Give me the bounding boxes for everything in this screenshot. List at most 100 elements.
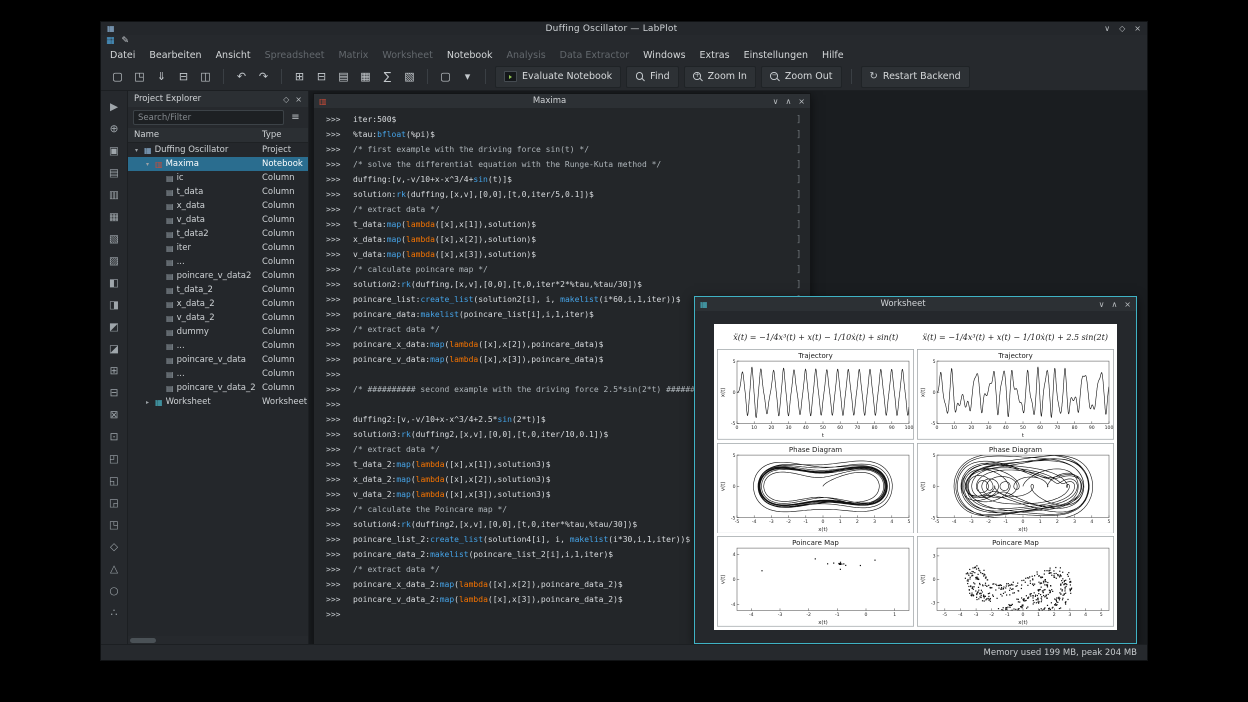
project-window-icon[interactable]: ▦: [106, 35, 115, 48]
edit-pencil-icon[interactable]: ✎: [122, 35, 130, 48]
code-text[interactable]: v_data:map(lambda([x],x[3]),solution)$: [346, 250, 796, 259]
plot-phase2[interactable]: Phase Diagram -5 -4 -3 -2 -1 0 1 2 3 4 5 -5 0 5 x(t) v(t…: [917, 442, 1114, 534]
project-explorer-header[interactable]: Project Explorer ◇ ×: [128, 91, 308, 107]
code-text[interactable]: /* solve the differential equation with …: [346, 160, 796, 169]
add-curve-icon[interactable]: ◧: [106, 274, 123, 291]
plot-trajectory1[interactable]: Trajectory 0 10 20 30 40 50 60 70 80 90 100 -5 0 5 t x(t…: [717, 349, 914, 440]
print-button[interactable]: ⊟: [173, 66, 194, 87]
code-text[interactable]: x_data:map(lambda([x],x[2]),solution)$: [346, 235, 796, 244]
insert-command-entry-button[interactable]: ⊞: [289, 66, 310, 87]
float-dock-icon[interactable]: ◇: [283, 95, 289, 104]
code-text[interactable]: iter:500$: [346, 115, 796, 124]
undo-button[interactable]: ↶: [231, 66, 252, 87]
entry-dropdown-button[interactable]: ▾: [457, 66, 478, 87]
tree-item-v-data[interactable]: ▤ v_data Column: [128, 213, 308, 227]
tree-item-maxima[interactable]: ▾ ▥ Maxima Notebook: [128, 157, 308, 171]
worksheet-close-button[interactable]: ×: [1124, 300, 1131, 309]
notebook-line[interactable]: >>> duffing:[v,-v/10+x-x^3/4+sin(t)]$]: [314, 172, 810, 187]
menu-bearbeiten[interactable]: Bearbeiten: [142, 50, 208, 61]
more-tools-icon[interactable]: ∴: [106, 604, 123, 621]
restart-backend-button[interactable]: ↻ Restart Backend: [860, 65, 970, 88]
worksheet-restore-button[interactable]: ∧: [1111, 300, 1117, 309]
code-text[interactable]: solution2:rk(duffing,[x,v],[0,0],[t,0,it…: [346, 280, 796, 289]
plot-poincare1[interactable]: Poincare Map -4 -3 -2 -1 0 1 -4 0 4 x(t) v(t): [717, 536, 914, 627]
tree-item-t-data[interactable]: ▤ t_data Column: [128, 185, 308, 199]
menu-ansicht[interactable]: Ansicht: [209, 50, 258, 61]
evaluate-notebook-button[interactable]: Evaluate Notebook: [495, 65, 622, 88]
notebook-line[interactable]: >>> /* extract data */]: [314, 202, 810, 217]
column-header-type[interactable]: Type: [262, 130, 308, 140]
code-text[interactable]: /* calculate poincare map */: [346, 265, 796, 274]
scrollbar-handle[interactable]: [130, 637, 156, 643]
equation-label-1[interactable]: ẍ(t) = −1/4x³(t) + x(t) − 1/10ẋ(t) + sin…: [716, 326, 916, 348]
code-text[interactable]: %tau:bfloat(%pi)$: [346, 130, 796, 139]
equation-label-2[interactable]: ẍ(t) = −1/4x³(t) + x(t) − 1/10ẋ(t) + 2.5…: [916, 326, 1116, 348]
add-text-label-icon[interactable]: ▤: [106, 164, 123, 181]
menu-datei[interactable]: Datei: [103, 50, 142, 61]
maxima-restore-button[interactable]: ∧: [785, 97, 791, 106]
tree-item-iter[interactable]: ▤ iter Column: [128, 241, 308, 255]
tree-column-headers[interactable]: Name Type: [128, 128, 308, 143]
titlebar[interactable]: ▦ Duffing Oscillator — LabPlot ∨ ◇ ×: [101, 22, 1147, 35]
add-barplot-icon[interactable]: ▨: [106, 252, 123, 269]
notebook-line[interactable]: >>> t_data:map(lambda([x],x[1]),solution)…: [314, 217, 810, 232]
tree-item-dummy[interactable]: ▤ dummy Column: [128, 325, 308, 339]
worksheet-shade-button[interactable]: ∨: [1099, 300, 1105, 309]
notebook-line[interactable]: >>> solution:rk(duffing,[x,v],[0,0],[t,0,…: [314, 187, 810, 202]
add-image-icon[interactable]: ▥: [106, 186, 123, 203]
close-dock-icon[interactable]: ×: [295, 95, 302, 104]
notebook-line[interactable]: >>> solution2:rk(duffing,[x,v],[0,0],[t,0…: [314, 277, 810, 292]
menu-hilfe[interactable]: Hilfe: [815, 50, 851, 61]
menu-windows[interactable]: Windows: [636, 50, 692, 61]
tree-item-x-data-2[interactable]: ▤ x_data_2 Column: [128, 297, 308, 311]
insert-latex-entry-button[interactable]: ∑: [377, 66, 398, 87]
tree-item-poincare-v-data[interactable]: ▤ poincare_v_data Column: [128, 353, 308, 367]
add-smoothing-icon[interactable]: ⊠: [106, 406, 123, 423]
add-legend-icon[interactable]: ◇: [106, 538, 123, 555]
tree-item-poincare-v-data2[interactable]: ▤ poincare_v_data2 Column: [128, 269, 308, 283]
maxima-shade-button[interactable]: ∨: [773, 97, 779, 106]
expander-icon[interactable]: ▾: [143, 161, 152, 168]
notebook-line[interactable]: >>> x_data:map(lambda([x],x[2]),solution)…: [314, 232, 810, 247]
new-entry-menu-button[interactable]: ▢: [435, 66, 456, 87]
add-interpolation-icon[interactable]: ⊟: [106, 384, 123, 401]
add-histogram-icon[interactable]: ▦: [106, 208, 123, 225]
add-fourier-filter-icon[interactable]: ◰: [106, 450, 123, 467]
navigate-tool-icon[interactable]: ▶: [106, 98, 123, 115]
tree-item-t-data2[interactable]: ▤ t_data2 Column: [128, 227, 308, 241]
add-boxplot-icon[interactable]: ▧: [106, 230, 123, 247]
add-correlation-icon[interactable]: ◳: [106, 516, 123, 533]
find-button[interactable]: Find: [626, 65, 679, 88]
plot-phase1[interactable]: Phase Diagram -5 -4 -3 -2 -1 0 1 2 3 4 5 -5 0 5 x(t) v(t…: [717, 442, 914, 534]
search-filter-input[interactable]: [133, 110, 284, 125]
worksheet-window-titlebar[interactable]: ▦ Worksheet ∨ ∧ ×: [695, 297, 1136, 311]
add-convolution-icon[interactable]: ◲: [106, 494, 123, 511]
code-text[interactable]: duffing:[v,-v/10+x-x^3/4+sin(t)]$: [346, 175, 796, 184]
maxima-close-button[interactable]: ×: [798, 97, 805, 106]
column-header-name[interactable]: Name: [128, 130, 262, 140]
insert-text-entry-button[interactable]: ▤: [333, 66, 354, 87]
remove-entry-button[interactable]: ⊟: [311, 66, 332, 87]
add-plot-icon[interactable]: ▣: [106, 142, 123, 159]
insert-markdown-entry-button[interactable]: ▦: [355, 66, 376, 87]
open-document-button[interactable]: ◳: [129, 66, 150, 87]
notebook-line[interactable]: >>> iter:500$]: [314, 112, 810, 127]
maxima-window-titlebar[interactable]: ▥ Maxima ∨ ∧ ×: [314, 94, 810, 108]
menu-notebook[interactable]: Notebook: [440, 50, 500, 61]
add-differentiation-icon[interactable]: ◪: [106, 340, 123, 357]
expander-icon[interactable]: ▸: [143, 399, 152, 406]
code-text[interactable]: t_data:map(lambda([x],x[1]),solution)$: [346, 220, 796, 229]
notebook-line[interactable]: >>> /* solve the differential equation wi…: [314, 157, 810, 172]
zoom-in-button[interactable]: + Zoom In: [683, 65, 756, 88]
tree-item-duffing-oscillator[interactable]: ▾ ▦ Duffing Oscillator Project: [128, 143, 308, 157]
tree-item-worksheet[interactable]: ▸ ▦ Worksheet Worksheet: [128, 395, 308, 409]
new-document-button[interactable]: ▢: [107, 66, 128, 87]
plot-trajectory2[interactable]: Trajectory 0 10 20 30 40 50 60 70 80 90 100 -5 0 5 t x(t…: [917, 349, 1114, 440]
add-axis-icon[interactable]: △: [106, 560, 123, 577]
tree-item-item[interactable]: ▤... Column: [128, 255, 308, 269]
notebook-line[interactable]: >>> /* first example with the driving for…: [314, 142, 810, 157]
tree-item-x-data[interactable]: ▤ x_data Column: [128, 199, 308, 213]
add-fourier-transform-icon[interactable]: ◱: [106, 472, 123, 489]
expander-icon[interactable]: ▾: [132, 147, 141, 154]
redo-button[interactable]: ↷: [253, 66, 274, 87]
